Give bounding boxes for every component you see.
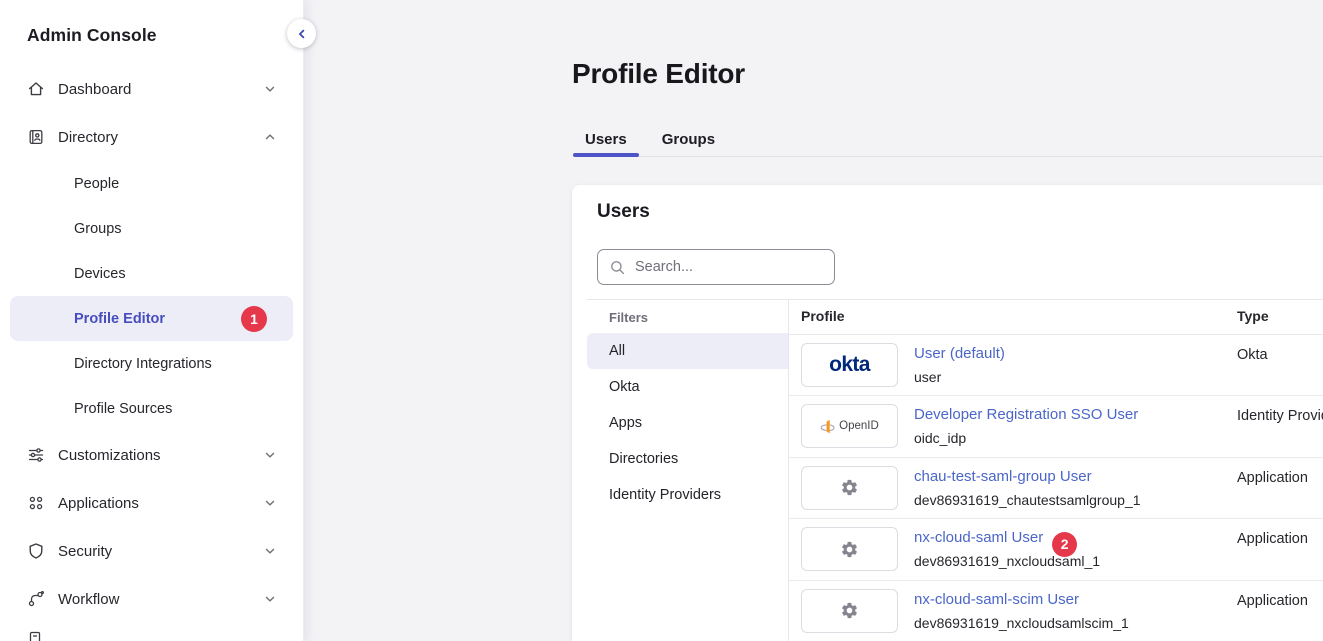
page-title: Profile Editor [572, 58, 745, 90]
home-icon [27, 80, 45, 98]
profile-id: dev86931619_nxcloudsaml_1 [914, 553, 1100, 569]
sidebar-item-devices[interactable]: Devices [0, 251, 303, 296]
profile-id: dev86931619_nxcloudsamlscim_1 [914, 615, 1129, 631]
table-row: OpenID Developer Registration SSO User o… [789, 396, 1323, 457]
profile-editor-tabs: Users Groups [573, 124, 727, 157]
panel-content: Filters All Okta Apps Directories Identi… [587, 299, 1323, 641]
search-input[interactable] [633, 258, 834, 276]
okta-logo: okta [801, 343, 898, 387]
profiles-table: Profile Type okta User (default) user Ok… [789, 300, 1323, 641]
profile-name: nx-cloud-saml-scim User [914, 591, 1079, 608]
chevron-down-icon [264, 593, 276, 605]
sidebar: Admin Console Dashboard [0, 0, 304, 641]
tab-users[interactable]: Users [573, 124, 639, 157]
filter-all[interactable]: All [587, 333, 788, 369]
id-badge-icon [27, 128, 45, 146]
filters-column: Filters All Okta Apps Directories Identi… [587, 300, 789, 641]
grid-dots-icon [27, 494, 45, 512]
search-box[interactable] [597, 249, 835, 285]
profile-link[interactable]: nx-cloud-saml User [914, 529, 1043, 546]
sidebar-item-groups[interactable]: Groups [0, 206, 303, 251]
table-row: nx-cloud-saml User2 dev86931619_nxclouds… [789, 519, 1323, 580]
column-type: Type [1237, 308, 1269, 324]
openid-logo: OpenID [801, 404, 898, 448]
sidebar-item-profile-editor[interactable]: Profile Editor 1 [10, 296, 293, 341]
profile-name: chau-test-saml-group User [914, 468, 1092, 485]
table-header: Profile Type [789, 300, 1323, 335]
profile-link[interactable]: Developer Registration SSO User [914, 406, 1138, 423]
sidebar-item-applications[interactable]: Applications [0, 479, 303, 527]
gear-icon [840, 540, 859, 559]
tab-groups[interactable]: Groups [650, 124, 727, 157]
profile-type: Application [1237, 593, 1323, 609]
profile-type: Application [1237, 531, 1323, 547]
sidebar-item-people[interactable]: People [0, 161, 303, 206]
filter-okta[interactable]: Okta [587, 369, 788, 405]
chevron-down-icon [264, 497, 276, 509]
filter-apps[interactable]: Apps [587, 405, 788, 441]
gear-icon [840, 478, 859, 497]
sidebar-item-workflow[interactable]: Workflow [0, 575, 303, 623]
profile-type: Okta [1237, 347, 1323, 363]
document-icon [27, 631, 43, 641]
profile-type: Identity Provider [1237, 408, 1323, 424]
profile-link[interactable]: chau-test-saml-group User [914, 468, 1092, 485]
gear-icon [840, 601, 859, 620]
chevron-down-icon [264, 545, 276, 557]
sidebar-nav: Dashboard Directory People [0, 65, 303, 623]
chevron-down-icon [264, 83, 276, 95]
table-row: nx-cloud-saml-scim User dev86931619_nxcl… [789, 581, 1323, 641]
sidebar-item-dashboard[interactable]: Dashboard [0, 65, 303, 113]
profile-type: Application [1237, 470, 1323, 486]
app-title: Admin Console [27, 25, 157, 46]
sidebar-item-customizations[interactable]: Customizations [0, 431, 303, 479]
profile-name: Developer Registration SSO User [914, 406, 1138, 423]
shield-icon [27, 542, 45, 560]
annotation-mark-1: 1 [241, 306, 267, 332]
search-icon [610, 260, 625, 275]
app-logo [801, 589, 898, 633]
profile-link[interactable]: User (default) [914, 345, 1005, 362]
filter-directories[interactable]: Directories [587, 441, 788, 477]
profile-name: User (default) [914, 345, 1005, 362]
profile-link[interactable]: nx-cloud-saml-scim User [914, 591, 1079, 608]
sidebar-item-directory[interactable]: Directory [0, 113, 303, 161]
app-logo [801, 466, 898, 510]
profile-id: dev86931619_chautestsamlgroup_1 [914, 492, 1141, 508]
users-panel: Users Filters All Okta Apps Directories … [572, 185, 1323, 641]
sidebar-item-profile-sources[interactable]: Profile Sources [0, 386, 303, 431]
chevron-down-icon [264, 449, 276, 461]
panel-title: Users [597, 201, 650, 223]
table-row: okta User (default) user Okta [789, 335, 1323, 396]
filters-label: Filters [587, 300, 788, 333]
chevron-up-icon [264, 131, 276, 143]
sidebar-item-directory-integrations[interactable]: Directory Integrations [0, 341, 303, 386]
openid-icon [820, 418, 835, 435]
okta-admin-console: Profile Editor Users Groups Users Filter… [0, 0, 1323, 641]
workflow-icon [27, 590, 45, 608]
sidebar-item-security[interactable]: Security [0, 527, 303, 575]
column-profile: Profile [801, 308, 845, 324]
table-row: chau-test-saml-group User dev86931619_ch… [789, 458, 1323, 519]
app-logo [801, 527, 898, 571]
chevron-left-icon [296, 28, 308, 40]
profile-id: oidc_idp [914, 430, 966, 446]
filter-identity-providers[interactable]: Identity Providers [587, 477, 788, 513]
profile-id: user [914, 369, 941, 385]
sidebar-collapse-button[interactable] [287, 19, 316, 48]
sliders-icon [27, 446, 45, 464]
